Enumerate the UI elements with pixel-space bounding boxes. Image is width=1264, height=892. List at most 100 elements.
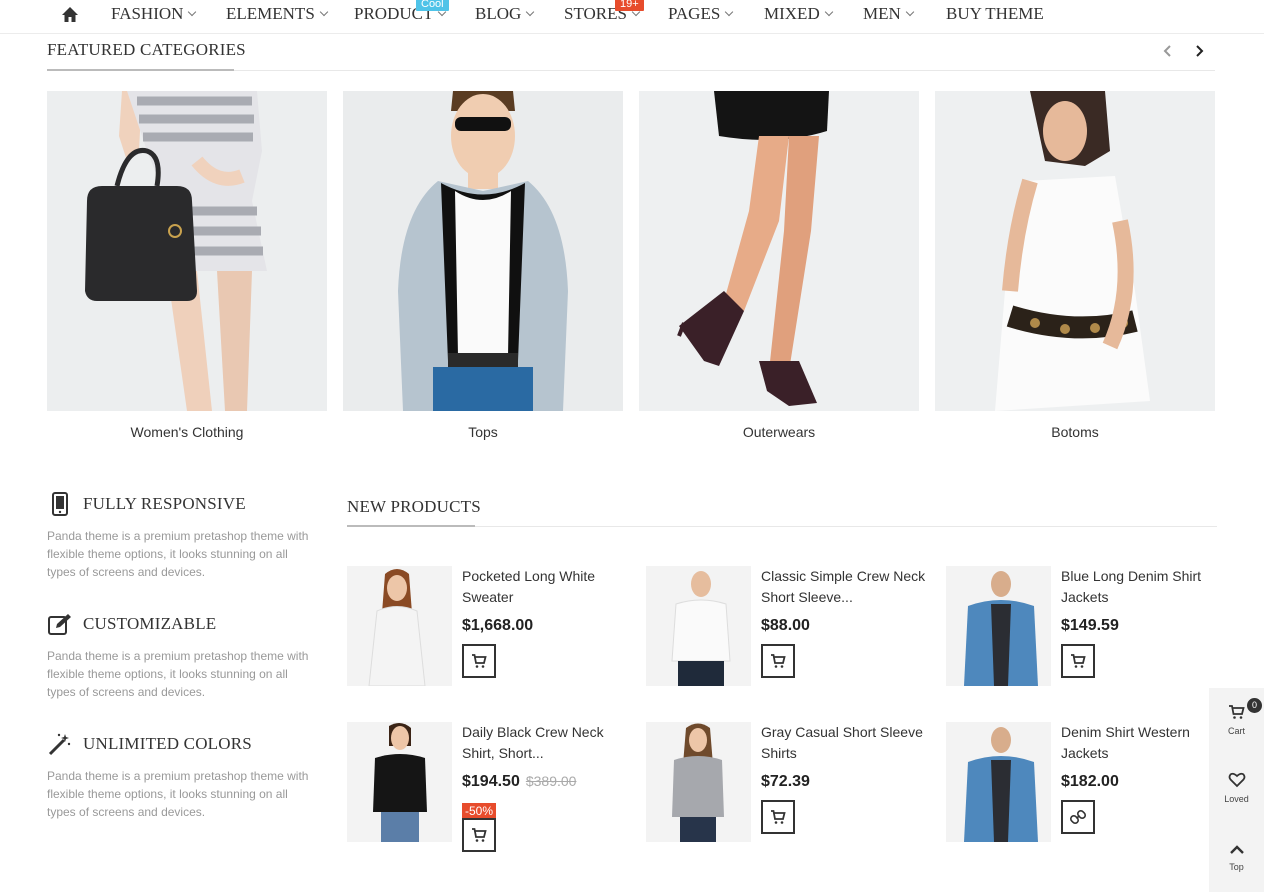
product-price: $1,668.00 <box>462 617 534 634</box>
chevron-down-icon <box>725 7 734 17</box>
feature-fully-responsive: FULLY RESPONSIVE Panda theme is a premiu… <box>47 491 317 581</box>
category-label[interactable]: Tops <box>343 424 623 440</box>
view-options-button[interactable] <box>1061 800 1095 834</box>
product-card: Denim Shirt Western Jackets $182.00 <box>946 722 1226 862</box>
product-image[interactable] <box>946 566 1051 686</box>
sidebar-top-button[interactable]: Top <box>1209 842 1264 872</box>
sidebar-loved-button[interactable]: Loved <box>1209 772 1264 804</box>
chevron-up-icon <box>1229 845 1244 854</box>
top-navigation: FASHION ELEMENTS PRODUCT Cool BLOG STORE… <box>0 0 1264 34</box>
nav-label: MEN <box>863 4 901 23</box>
old-price: $389.00 <box>525 773 577 789</box>
mobile-phone-icon <box>47 491 73 517</box>
product-price: $194.50 $389.00 <box>462 773 576 791</box>
chevron-down-icon <box>905 7 915 17</box>
category-image[interactable] <box>343 91 623 411</box>
category-card-outerwears[interactable]: Outerwears <box>639 91 919 440</box>
add-to-cart-button[interactable] <box>761 644 795 678</box>
add-to-cart-button[interactable] <box>462 644 496 678</box>
section-title-underline <box>347 525 475 527</box>
cart-icon <box>771 654 786 668</box>
home-icon[interactable] <box>60 5 80 25</box>
feature-title: UNLIMITED COLORS <box>83 734 252 753</box>
feature-description: Panda theme is a premium pretashop theme… <box>47 649 309 699</box>
chevron-right-icon <box>1196 45 1204 57</box>
product-price: $88.00 <box>761 617 810 634</box>
featured-categories-title: FEATURED CATEGORIES <box>47 40 246 59</box>
cart-icon <box>1071 654 1086 668</box>
new-products-title: NEW PRODUCTS <box>347 497 481 516</box>
product-card: Pocketed Long White Sweater $1,668.00 <box>347 566 627 706</box>
discount-badge: -50% <box>462 803 497 819</box>
nav-label: FASHION <box>111 4 184 23</box>
product-price: $72.39 <box>761 773 810 790</box>
nav-item-pages[interactable]: PAGES <box>668 4 734 24</box>
cart-count-badge: 0 <box>1247 698 1262 713</box>
sidebar-cart-label: Cart <box>1227 726 1245 736</box>
stores-badge: 19+ <box>615 0 644 11</box>
product-card: Gray Casual Short Sleeve Shirts $72.39 <box>646 722 926 862</box>
product-name[interactable]: Pocketed Long White Sweater <box>462 566 627 608</box>
nav-item-buy-theme[interactable]: BUY THEME <box>946 4 1044 24</box>
add-to-cart-button[interactable] <box>761 800 795 834</box>
category-label[interactable]: Botoms <box>935 424 1215 440</box>
chevron-left-icon <box>1163 45 1171 57</box>
feature-description: Panda theme is a premium pretashop theme… <box>47 529 309 579</box>
nav-label: MIXED <box>764 4 820 23</box>
product-card: Blue Long Denim Shirt Jackets $149.59 <box>946 566 1226 706</box>
nav-item-mixed[interactable]: MIXED <box>764 4 833 24</box>
category-image[interactable] <box>935 91 1215 411</box>
nav-item-elements[interactable]: ELEMENTS <box>226 4 329 24</box>
category-card-botoms[interactable]: Botoms <box>935 91 1215 440</box>
product-name[interactable]: Gray Casual Short Sleeve Shirts <box>761 722 926 764</box>
magic-wand-icon <box>47 731 73 757</box>
cart-icon <box>1228 705 1245 719</box>
product-name[interactable]: Denim Shirt Western Jackets <box>1061 722 1226 764</box>
product-name[interactable]: Daily Black Crew Neck Shirt, Short... <box>462 722 627 764</box>
sidebar-top-label: Top <box>1229 862 1244 872</box>
product-card: Daily Black Crew Neck Shirt, Short... $1… <box>347 722 627 882</box>
section-title-underline <box>47 69 234 71</box>
section-divider <box>347 526 1217 527</box>
nav-item-fashion[interactable]: FASHION <box>111 4 197 24</box>
product-image[interactable] <box>347 722 452 842</box>
product-name[interactable]: Blue Long Denim Shirt Jackets <box>1061 566 1226 608</box>
category-image[interactable] <box>47 91 327 411</box>
feature-title: CUSTOMIZABLE <box>83 614 217 633</box>
feature-title: FULLY RESPONSIVE <box>83 494 246 513</box>
carousel-prev-button[interactable] <box>1160 43 1176 59</box>
chevron-down-icon <box>319 7 329 17</box>
add-to-cart-button[interactable] <box>462 818 496 852</box>
product-price: $149.59 <box>1061 617 1119 634</box>
product-image[interactable] <box>946 722 1051 842</box>
add-to-cart-button[interactable] <box>1061 644 1095 678</box>
cart-icon <box>472 828 487 842</box>
carousel-next-button[interactable] <box>1191 43 1207 59</box>
category-label[interactable]: Outerwears <box>639 424 919 440</box>
product-badge: Cool <box>416 0 449 11</box>
edit-icon <box>47 611 73 637</box>
category-image[interactable] <box>639 91 919 411</box>
nav-label: ELEMENTS <box>226 4 315 23</box>
category-label[interactable]: Women's Clothing <box>47 424 327 440</box>
feature-unlimited-colors: UNLIMITED COLORS Panda theme is a premiu… <box>47 731 317 821</box>
product-image[interactable] <box>646 566 751 686</box>
feature-description: Panda theme is a premium pretashop theme… <box>47 769 309 819</box>
product-card: Classic Simple Crew Neck Short Sleeve...… <box>646 566 926 706</box>
feature-customizable: CUSTOMIZABLE Panda theme is a premium pr… <box>47 611 317 701</box>
product-image[interactable] <box>646 722 751 842</box>
floating-sidebar: Cart 0 Loved Top <box>1209 688 1264 892</box>
nav-item-men[interactable]: MEN <box>863 4 915 24</box>
nav-label: BLOG <box>475 4 522 23</box>
heart-icon <box>1228 772 1245 788</box>
cart-icon <box>771 810 786 824</box>
link-icon <box>1070 809 1086 825</box>
cart-icon <box>472 654 487 668</box>
product-image[interactable] <box>347 566 452 686</box>
product-name[interactable]: Classic Simple Crew Neck Short Sleeve... <box>761 566 926 608</box>
category-card-tops[interactable]: Tops <box>343 91 623 440</box>
category-card-womens-clothing[interactable]: Women's Clothing <box>47 91 327 440</box>
chevron-down-icon <box>526 7 535 17</box>
nav-item-blog[interactable]: BLOG <box>475 4 535 24</box>
chevron-down-icon <box>188 7 197 17</box>
